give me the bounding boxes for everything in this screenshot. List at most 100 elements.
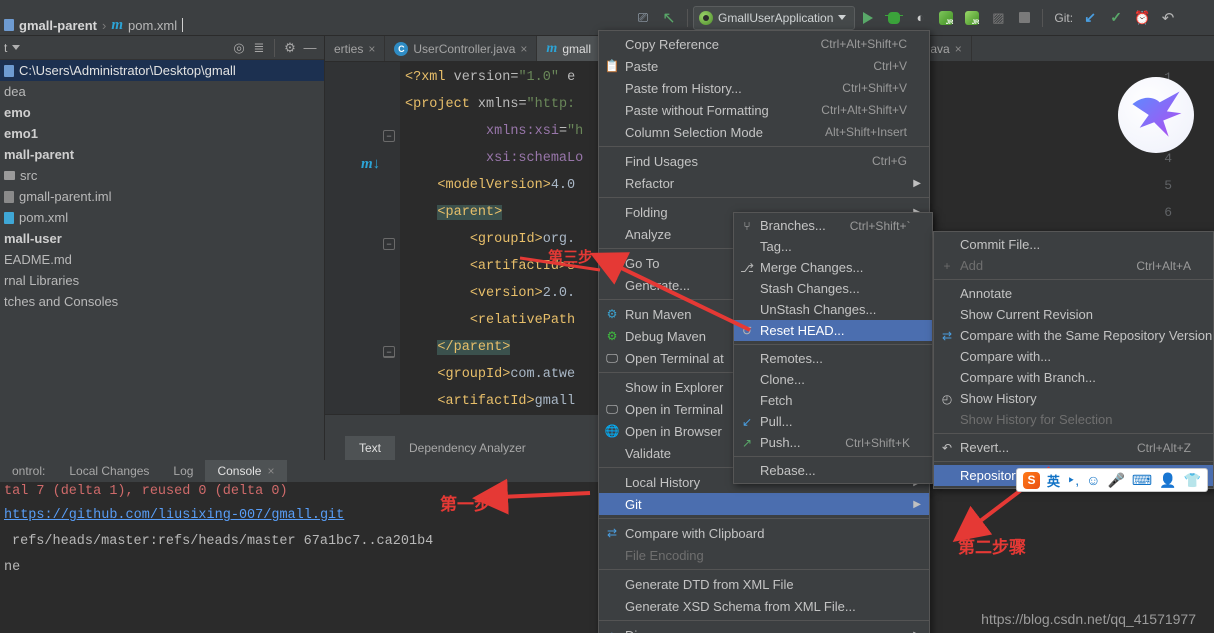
history-icon[interactable]: ⏰ <box>1131 7 1153 29</box>
menu-item[interactable]: ↶ Revert... Ctrl+Alt+Z <box>934 437 1213 458</box>
vcs-tab[interactable]: Log <box>161 460 205 482</box>
tree-row[interactable]: C:\Users\Administrator\Desktop\gmall <box>0 60 324 81</box>
code-line[interactable]: <parent> <box>405 205 503 220</box>
code-line[interactable]: <artifactId>s <box>405 259 575 274</box>
menu-item[interactable]: 📋 Paste Ctrl+V <box>599 55 929 77</box>
menu-item[interactable]: Commit File... <box>934 234 1213 255</box>
tree-row[interactable]: emo1 <box>0 123 324 144</box>
ime-toolbar[interactable]: S 英 ‣, ☺ 🎤 ⌨ 👤 👕 <box>1016 468 1208 492</box>
menu-item[interactable]: Generate XSD Schema from XML File... <box>599 595 929 617</box>
code-line[interactable]: xsi:schemaLo <box>405 151 583 166</box>
menu-item[interactable]: Refactor ▶ <box>599 172 929 194</box>
close-icon[interactable]: × <box>368 42 375 56</box>
project-tree[interactable]: C:\Users\Administrator\Desktop\gmall dea e… <box>0 60 324 312</box>
menu-item[interactable]: ◴ Show History <box>934 388 1213 409</box>
code-line[interactable]: <?xml version="1.0" e <box>405 70 575 85</box>
run-configuration-selector[interactable]: GmallUserApplication <box>693 5 856 30</box>
menu-item[interactable]: ⇄ Compare with Clipboard <box>599 522 929 544</box>
menu-item[interactable]: ↙ Pull... <box>734 411 932 432</box>
tree-row[interactable]: mall-user <box>0 228 324 249</box>
voice-icon[interactable]: 🎤 <box>1107 473 1124 487</box>
menu-item[interactable]: Stash Changes... <box>734 278 932 299</box>
menu-item[interactable]: ↺ Reset HEAD... <box>734 320 932 341</box>
breadcrumb-file[interactable]: pom.xml <box>128 18 177 33</box>
window-icon[interactable]: ⎚ <box>632 7 654 29</box>
fold-marker-parent-open[interactable]: − <box>383 238 395 250</box>
menu-item[interactable]: Compare with... <box>934 346 1213 367</box>
junit-run-icon[interactable] <box>935 7 957 29</box>
commit-icon[interactable]: ✓ <box>1105 7 1127 29</box>
menu-item[interactable]: Paste without Formatting Ctrl+Alt+Shift+V <box>599 99 929 121</box>
rollback-icon[interactable]: ↶ <box>1157 7 1179 29</box>
back-arrow-icon[interactable]: ↖ <box>658 7 680 29</box>
code-line[interactable]: <modelVersion>4.0 <box>405 178 575 193</box>
git-submenu[interactable]: ⑂ Branches... Ctrl+Shift+` Tag... ⎇ Merge Cha… <box>733 212 933 484</box>
menu-item[interactable]: Clone... <box>734 369 932 390</box>
menu-item[interactable]: Git ▶ <box>599 493 929 515</box>
emoji-icon[interactable]: ☺ <box>1086 473 1100 487</box>
editor-subtab[interactable]: Text <box>345 436 396 460</box>
maven-reimport-icon[interactable]: m↓ <box>361 156 380 173</box>
menu-item[interactable]: Copy Reference Ctrl+Alt+Shift+C <box>599 33 929 55</box>
build-icon[interactable]: ▨ <box>987 7 1009 29</box>
vcs-tab[interactable]: Console × <box>205 460 287 482</box>
close-icon[interactable]: × <box>267 464 274 478</box>
tree-row[interactable]: pom.xml <box>0 207 324 228</box>
fold-marker-project[interactable]: − <box>383 130 395 142</box>
menu-item[interactable]: Generate DTD from XML File <box>599 573 929 595</box>
editor-subtab[interactable]: Dependency Analyzer <box>395 436 540 460</box>
tree-row[interactable]: mall-parent <box>0 144 324 165</box>
menu-item[interactable]: ⑂ Branches... Ctrl+Shift+` <box>734 215 932 236</box>
tree-row[interactable]: emo <box>0 102 324 123</box>
code-line[interactable]: xmlns:xsi="h <box>405 124 583 139</box>
code-line[interactable]: <relativePath <box>405 313 575 328</box>
menu-item[interactable]: Compare with Branch... <box>934 367 1213 388</box>
menu-item[interactable]: Annotate <box>934 283 1213 304</box>
tree-row[interactable]: src <box>0 165 324 186</box>
code-line[interactable]: <version>2.0. <box>405 286 575 301</box>
menu-item[interactable]: Remotes... <box>734 348 932 369</box>
editor-tab[interactable]: C UserController.java × <box>385 36 538 61</box>
close-icon[interactable]: × <box>955 42 962 56</box>
code-line[interactable]: <groupId>org. <box>405 232 575 247</box>
tree-row[interactable]: gmall-parent.iml <box>0 186 324 207</box>
tree-row[interactable]: rnal Libraries <box>0 270 324 291</box>
code-line[interactable]: </parent> <box>405 340 511 355</box>
fold-marker-parent-close[interactable]: − <box>383 346 395 358</box>
debug-icon[interactable] <box>883 7 905 29</box>
vcs-tab[interactable]: ontrol: <box>0 460 57 482</box>
locate-icon[interactable]: ◎ <box>229 38 249 58</box>
tree-row[interactable]: EADME.md <box>0 249 324 270</box>
code-line[interactable]: <groupId>com.atwe <box>405 367 575 382</box>
menu-item[interactable]: ⎇ Merge Changes... <box>734 257 932 278</box>
settings-icon[interactable]: ⚙ <box>280 38 300 58</box>
run-icon[interactable] <box>857 7 879 29</box>
code-line[interactable]: <project xmlns="http: <box>405 97 575 112</box>
console-line-2[interactable]: https://github.com/liusixing-007/gmall.g… <box>4 508 344 523</box>
menu-item[interactable]: UnStash Changes... <box>734 299 932 320</box>
chevron-down-icon[interactable] <box>12 45 21 50</box>
menu-item[interactable]: Tag... <box>734 236 932 257</box>
run-coverage-icon[interactable]: ◐ <box>909 7 931 29</box>
sogou-icon[interactable]: S <box>1023 471 1040 489</box>
keyboard-icon[interactable]: ⌨ <box>1132 473 1152 487</box>
menu-item[interactable]: ⇄ Compare with the Same Repository Versio… <box>934 325 1213 346</box>
editor-tab[interactable]: erties × <box>325 36 386 61</box>
update-project-icon[interactable]: ↙ <box>1079 7 1101 29</box>
menu-item[interactable]: Paste from History... Ctrl+Shift+V <box>599 77 929 99</box>
vcs-submenu[interactable]: Commit File... + Add Ctrl+Alt+A Annotate Show… <box>933 231 1214 489</box>
menu-item[interactable]: Fetch <box>734 390 932 411</box>
project-panel-title[interactable]: t <box>4 41 7 55</box>
vcs-tab[interactable]: Local Changes <box>57 460 161 482</box>
code-line[interactable]: <artifactId>gmall <box>405 394 575 409</box>
english-mode-label[interactable]: 英 <box>1047 471 1060 490</box>
tree-row[interactable]: tches and Consoles <box>0 291 324 312</box>
stop-icon[interactable] <box>1013 7 1035 29</box>
punctuation-icon[interactable]: ‣, <box>1067 473 1079 487</box>
menu-item[interactable]: Find Usages Ctrl+G <box>599 150 929 172</box>
breadcrumb-project[interactable]: gmall-parent <box>19 18 97 33</box>
collapse-all-icon[interactable]: ≣ <box>249 38 269 58</box>
hide-icon[interactable]: — <box>300 38 320 58</box>
menu-item[interactable]: Column Selection Mode Alt+Shift+Insert <box>599 121 929 143</box>
tree-row[interactable]: dea <box>0 81 324 102</box>
